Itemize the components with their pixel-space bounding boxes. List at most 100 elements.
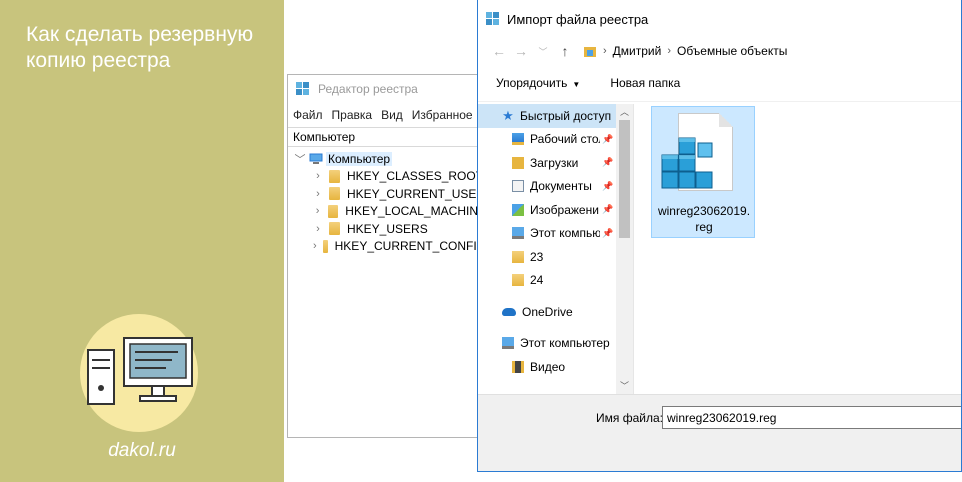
dialog-titlebar: Импорт файла реестра [478, 0, 961, 38]
banner-title: Как сделать резервную копию реестра [26, 23, 254, 72]
regedit-title: Редактор реестра [318, 82, 418, 96]
downloads-icon [512, 156, 524, 169]
file-name-label: winreg23062019. reg [652, 203, 756, 235]
tree-root-computer[interactable]: ﹀ Компьютер [288, 150, 486, 168]
regedit-titlebar: Редактор реестра [288, 75, 486, 103]
tree-key-label: HKEY_LOCAL_MACHINE [345, 204, 486, 219]
up-arrow-icon[interactable]: ↑ [554, 43, 576, 59]
folder-icon [322, 239, 328, 253]
scroll-thumb[interactable] [619, 120, 630, 238]
filename-input[interactable] [662, 406, 961, 429]
tree-key-label: HKEY_CLASSES_ROOT [347, 169, 484, 184]
organize-button[interactable]: Упорядочить ▼ [496, 76, 580, 90]
nav-onedrive[interactable]: OneDrive [478, 300, 633, 324]
nav-desktop[interactable]: Рабочий стол 📌 [478, 128, 633, 152]
regedit-menubar: Файл Правка Вид Избранное [288, 103, 486, 127]
breadcrumb-item-user[interactable]: Дмитрий [613, 44, 662, 58]
pin-icon: 📌 [602, 204, 614, 215]
filename-label: Имя файла: [596, 411, 663, 425]
chevron-right-icon[interactable]: › [312, 223, 324, 235]
documents-icon [512, 180, 524, 193]
menu-favorites[interactable]: Избранное [412, 108, 473, 122]
nav-folder-24[interactable]: 24 [478, 269, 633, 293]
nav-this-pc-pinned[interactable]: Этот компью 📌 [478, 222, 633, 246]
nav-video[interactable]: Видео [478, 355, 633, 379]
menu-file[interactable]: Файл [293, 108, 323, 122]
nav-label: Рабочий стол [530, 132, 600, 147]
nav-quick-access[interactable]: ★ Быстрый доступ [478, 104, 633, 128]
nav-label: OneDrive [522, 304, 573, 319]
chevron-down-icon[interactable]: ﹀ [294, 151, 306, 167]
nav-label: Изображени [530, 202, 599, 217]
banner-panel: Как сделать резервную копию реестра dako… [0, 0, 284, 482]
tree-key-classes-root[interactable]: › HKEY_CLASSES_ROOT [288, 168, 486, 186]
dialog-title: Импорт файла реестра [507, 11, 649, 27]
tree-key-current-user[interactable]: › HKEY_CURRENT_USER [288, 185, 486, 203]
file-name-line1: winreg23062019. [657, 204, 751, 218]
nav-scrollbar[interactable]: ︿ ﹀ [616, 104, 633, 394]
nav-folder-23[interactable]: 23 [478, 245, 633, 269]
tree-key-users[interactable]: › HKEY_USERS [288, 220, 486, 238]
back-arrow-icon[interactable]: ← [488, 43, 510, 59]
folder-icon [328, 204, 339, 218]
organize-label: Упорядочить [496, 75, 568, 90]
scroll-up-icon[interactable]: ︿ [616, 104, 633, 120]
breadcrumb-separator-icon: › [667, 45, 671, 57]
breadcrumb[interactable]: › Дмитрий › Объемные объекты [584, 44, 787, 58]
nav-label: Быстрый доступ [520, 108, 612, 123]
forward-arrow-icon[interactable]: → [510, 43, 532, 59]
chevron-right-icon[interactable]: › [312, 170, 324, 182]
nav-label: Видео [530, 359, 566, 374]
registry-editor-window: Редактор реестра Файл Правка Вид Избранн… [287, 74, 487, 438]
tree-key-local-machine[interactable]: › HKEY_LOCAL_MACHINE [288, 203, 486, 221]
star-icon: ★ [502, 107, 514, 123]
tree-key-current-config[interactable]: › HKEY_CURRENT_CONFIG [288, 238, 486, 256]
regedit-tree: ﹀ Компьютер › HKEY_CLASSES_ROOT › HKEY_C… [288, 147, 486, 255]
computer-icon [502, 337, 514, 350]
nav-label: Этот компью [530, 226, 600, 241]
file-name-line2: reg [695, 220, 713, 234]
pin-icon: 📌 [602, 157, 614, 168]
nav-label: Загрузки [530, 155, 579, 170]
chevron-right-icon[interactable]: › [312, 188, 324, 200]
tree-root-label: Компьютер [326, 151, 393, 166]
scroll-down-icon[interactable]: ﹀ [616, 378, 633, 394]
navigation-pane: ★ Быстрый доступ Рабочий стол 📌 Загрузки… [478, 104, 634, 394]
nav-label: Документы [530, 179, 592, 194]
pin-icon: 📌 [602, 133, 614, 144]
pin-icon: 📌 [602, 180, 614, 191]
import-dialog: Импорт файла реестра ← → ﹀ ↑ › Дмитрий ›… [477, 0, 962, 472]
file-list: winreg23062019. reg [635, 104, 961, 394]
nav-label: Этот компьютер [520, 336, 610, 351]
new-folder-button[interactable]: Новая папка [610, 76, 680, 90]
tree-key-label: HKEY_CURRENT_USER [347, 186, 486, 201]
dialog-toolbar: Упорядочить ▼ Новая папка [478, 64, 961, 102]
nav-label: 24 [530, 273, 544, 288]
site-caption: dakol.ru [108, 440, 176, 461]
desktop-icon [512, 133, 524, 146]
regedit-app-icon [296, 82, 309, 95]
menu-edit[interactable]: Правка [332, 108, 373, 122]
cloud-icon [502, 307, 516, 316]
registry-file-icon [661, 137, 713, 189]
nav-downloads[interactable]: Загрузки 📌 [478, 151, 633, 175]
breadcrumb-item-3d-objects[interactable]: Объемные объекты [677, 44, 787, 58]
folder-icon [329, 222, 340, 236]
dialog-navbar: ← → ﹀ ↑ › Дмитрий › Объемные объекты [478, 38, 961, 64]
nav-this-pc[interactable]: Этот компьютер [478, 332, 633, 356]
menu-view[interactable]: Вид [381, 108, 403, 122]
computer-small-icon [309, 153, 323, 164]
computer-icon [512, 227, 524, 240]
tree-key-label: HKEY_CURRENT_CONFIG [334, 239, 486, 254]
chevron-right-icon[interactable]: › [312, 240, 318, 252]
nav-images[interactable]: Изображени 📌 [478, 198, 633, 222]
chevron-right-icon[interactable]: › [312, 205, 323, 217]
breadcrumb-separator-icon: › [603, 45, 607, 57]
nav-documents[interactable]: Документы 📌 [478, 175, 633, 199]
recent-chevron-icon[interactable]: ﹀ [532, 45, 554, 58]
regedit-address-bar[interactable]: Компьютер [288, 127, 486, 147]
file-item-winreg[interactable]: winreg23062019. reg [651, 106, 755, 238]
images-icon [512, 203, 524, 216]
folder-icon [329, 187, 340, 201]
pin-icon: 📌 [602, 227, 614, 238]
